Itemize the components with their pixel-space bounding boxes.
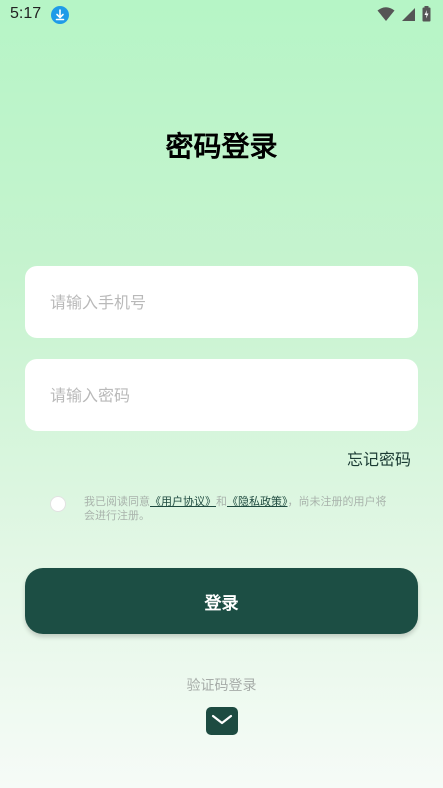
- agreement-and: 和: [216, 495, 227, 508]
- status-bar: 5:17: [0, 0, 443, 30]
- status-icons: [377, 6, 431, 26]
- login-button[interactable]: 登录: [25, 568, 418, 634]
- privacy-policy-link[interactable]: 《隐私政策》: [227, 495, 288, 508]
- signal-icon: [401, 7, 416, 26]
- password-field[interactable]: [25, 359, 418, 431]
- agreement-text: 我已阅读同意《用户协议》和《隐私政策》，尚未注册的用户将会进行注册。: [84, 495, 395, 523]
- agree-checkbox[interactable]: [50, 496, 66, 512]
- download-icon: [51, 6, 69, 24]
- battery-icon: [422, 6, 431, 26]
- page-title: 密码登录: [165, 130, 278, 163]
- code-login-link[interactable]: 验证码登录: [0, 675, 443, 695]
- status-time: 5:17: [10, 5, 42, 22]
- wifi-icon: [377, 6, 395, 26]
- password-input[interactable]: [25, 359, 418, 431]
- phone-field[interactable]: [25, 266, 418, 338]
- forgot-password-link[interactable]: 忘记密码: [347, 446, 411, 470]
- user-agreement-link[interactable]: 《用户协议》: [150, 495, 216, 508]
- phone-input[interactable]: [25, 266, 418, 338]
- agreement: 我已阅读同意《用户协议》和《隐私政策》，尚未注册的用户将会进行注册。: [50, 495, 395, 523]
- mail-icon[interactable]: [206, 707, 238, 735]
- agreement-prefix: 我已阅读同意: [84, 495, 150, 508]
